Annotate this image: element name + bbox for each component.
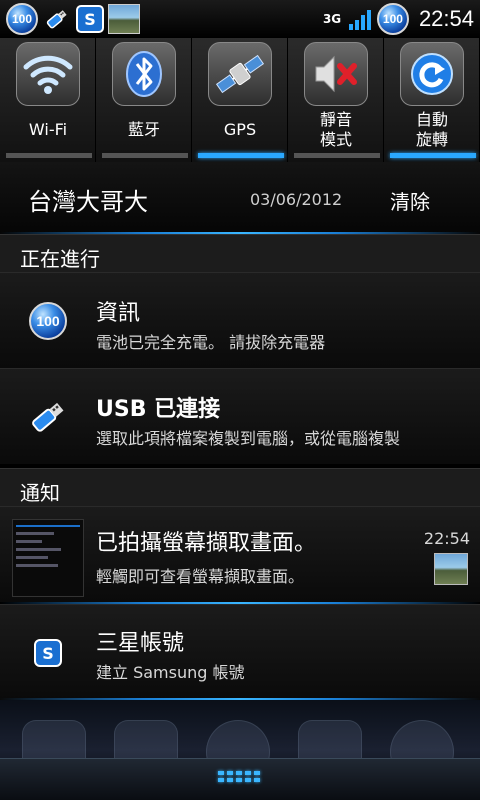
notification-title: USB 已連接 bbox=[96, 397, 221, 422]
toggle-silent-mode-line1: 靜音 bbox=[319, 110, 352, 129]
samsung-account-icon: S bbox=[26, 631, 70, 675]
notification-title: 三星帳號 bbox=[96, 631, 185, 656]
toggle-bluetooth-label: 藍牙 bbox=[127, 120, 160, 139]
toggle-auto-rotate-line2: 旋轉 bbox=[415, 130, 448, 149]
network-type: 3G bbox=[322, 12, 342, 26]
status-clock: 22:54 bbox=[418, 6, 474, 31]
toggle-auto-rotate[interactable]: 自動 旋轉 bbox=[384, 38, 480, 162]
samsung-badge-text: S bbox=[42, 643, 54, 663]
toggle-gps[interactable]: GPS bbox=[192, 38, 288, 162]
section-notifications-header: 通知 bbox=[0, 468, 480, 506]
handle-grip-icon bbox=[218, 771, 260, 782]
toggle-silent-mode[interactable]: 靜音 模式 bbox=[288, 38, 384, 162]
screenshot-icon bbox=[108, 4, 140, 34]
battery-100-icon: 100 bbox=[6, 3, 38, 35]
toggle-silent-mode-indicator bbox=[294, 153, 380, 158]
section-ongoing-title: 正在進行 bbox=[20, 247, 100, 271]
notification-samsung-account[interactable]: S 三星帳號 建立 Samsung 帳號 bbox=[0, 604, 480, 700]
screenshot-thumbnail bbox=[12, 519, 84, 597]
notification-usb-connected[interactable]: USB 已連接 選取此項將檔案複製到電腦，或從電腦複製 bbox=[0, 368, 480, 464]
carrier-name: 台灣大哥大 bbox=[28, 188, 148, 216]
battery-100-icon: 100 bbox=[26, 299, 70, 343]
bluetooth-icon bbox=[112, 42, 176, 106]
carrier-date: 03/06/2012 bbox=[250, 190, 343, 209]
notification-time: 22:54 bbox=[423, 529, 470, 548]
toggle-silent-mode-line2: 模式 bbox=[319, 130, 352, 149]
battery-100-icon: 100 bbox=[376, 3, 409, 35]
usb-icon bbox=[26, 395, 70, 439]
battery-badge-text-right: 100 bbox=[382, 12, 403, 26]
clear-button[interactable]: 清除 bbox=[390, 186, 430, 215]
toggle-gps-label: GPS bbox=[223, 120, 257, 139]
toggle-bluetooth[interactable]: 藍牙 bbox=[96, 38, 192, 162]
toggle-wifi[interactable]: Wi-Fi bbox=[0, 38, 96, 162]
samsung-account-icon: S bbox=[76, 5, 104, 33]
rotate-icon bbox=[400, 42, 464, 106]
battery-badge-text-notif: 100 bbox=[36, 313, 60, 329]
section-notifications-title: 通知 bbox=[20, 481, 60, 505]
notification-subtitle: 電池已完全充電。 請拔除充電器 bbox=[96, 333, 326, 352]
screenshot-icon bbox=[434, 553, 468, 585]
toggle-auto-rotate-indicator bbox=[390, 153, 476, 158]
battery-badge-text: 100 bbox=[11, 12, 33, 26]
signal-icon bbox=[348, 8, 371, 30]
section-ongoing-header: 正在進行 bbox=[0, 234, 480, 272]
toggle-wifi-indicator bbox=[6, 153, 92, 158]
usb-icon bbox=[42, 4, 72, 34]
toggle-bluetooth-indicator bbox=[102, 153, 188, 158]
toggle-wifi-label: Wi-Fi bbox=[28, 120, 68, 139]
notification-title: 已拍攝螢幕擷取畫面。 bbox=[96, 531, 317, 556]
wifi-icon bbox=[16, 42, 80, 106]
toggle-auto-rotate-line1: 自動 bbox=[415, 110, 448, 129]
quick-settings-toggles: Wi-Fi 藍牙 GPS 靜音 模式 自動 旋轉 bbox=[0, 38, 480, 162]
gps-satellite-icon bbox=[208, 42, 272, 106]
notification-title: 資訊 bbox=[96, 301, 141, 326]
toggle-gps-indicator bbox=[198, 153, 284, 158]
status-bar[interactable]: 100 S 3G 100 22:54 bbox=[0, 0, 480, 38]
mute-icon bbox=[304, 42, 368, 106]
notification-subtitle: 建立 Samsung 帳號 bbox=[96, 663, 245, 682]
notification-subtitle: 輕觸即可查看螢幕擷取畫面。 bbox=[96, 567, 305, 586]
panel-drag-handle[interactable] bbox=[0, 758, 480, 800]
carrier-row: 台灣大哥大 03/06/2012 清除 bbox=[0, 162, 480, 234]
notification-battery-info[interactable]: 100 資訊 電池已完全充電。 請拔除充電器 bbox=[0, 272, 480, 368]
notification-subtitle: 選取此項將檔案複製到電腦，或從電腦複製 bbox=[96, 429, 401, 448]
notification-screenshot[interactable]: 已拍攝螢幕擷取畫面。 輕觸即可查看螢幕擷取畫面。 22:54 bbox=[0, 506, 480, 602]
